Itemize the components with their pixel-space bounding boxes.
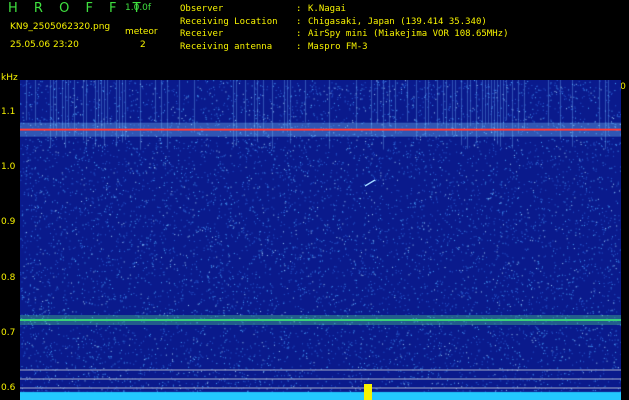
- app-version: 1.0.0f: [125, 3, 152, 13]
- y-tick-label: 1.1: [1, 107, 16, 118]
- y-tick-label: 0.8: [1, 272, 16, 283]
- y-tick-label: 0.7: [1, 327, 16, 338]
- spectrogram-overlay: [20, 122, 621, 400]
- info-row-location: Receiving Location: Chigasaki, Japan (139…: [180, 16, 487, 27]
- info-row-observer: Observer: K.Nagai: [180, 4, 346, 14]
- meteor-marker: [364, 384, 372, 400]
- file-name: KN9_2505062320.png: [10, 22, 111, 32]
- y-tick-label: 0.6: [1, 382, 16, 393]
- meteor-echo: [364, 179, 376, 187]
- observation-info: Observer: K.Nagai Receiving Location: Chig…: [180, 3, 508, 53]
- header-panel: H R O F F T 1.0.0f KN9_2505062320.png me…: [0, 0, 629, 80]
- meteor-label: meteor: [125, 27, 158, 37]
- y-tick-label: 0.9: [1, 217, 16, 228]
- y-axis: 1.1 1.0 0.9 0.8 0.7 0.6: [0, 80, 20, 400]
- info-row-antenna: Receiving antenna: Maspro FM-3: [180, 41, 368, 52]
- right-margin: [621, 80, 629, 400]
- spectrogram-plot: [20, 80, 621, 400]
- y-tick-label: 1.0: [1, 162, 16, 173]
- datetime: 25.05.06 23:20: [10, 40, 79, 50]
- info-row-receiver: Receiver: AirSpy mini (Miakejima VOR 108.…: [180, 29, 509, 39]
- meteor-count: 2: [140, 40, 146, 50]
